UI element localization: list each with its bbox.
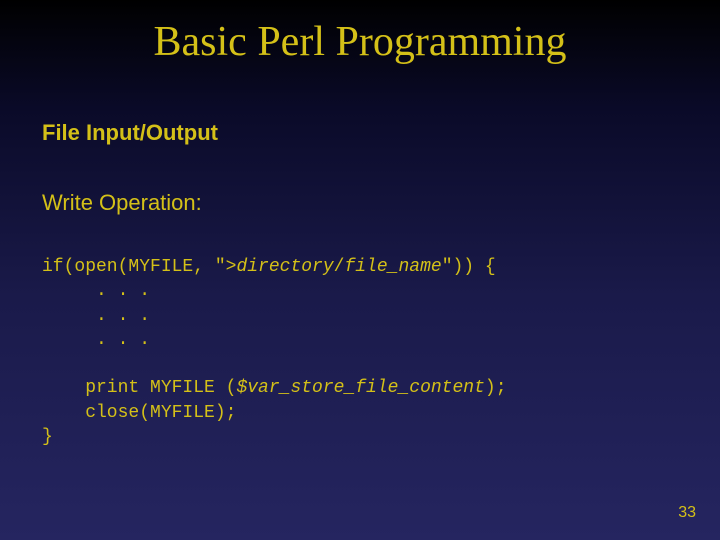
slide-title: Basic Perl Programming — [0, 18, 720, 66]
section-heading: File Input/Output — [42, 120, 218, 146]
subsection-heading: Write Operation: — [42, 190, 202, 216]
code-line-4: . . . — [42, 330, 150, 350]
code-italic-filename: file_name — [344, 257, 441, 277]
code-line-3: . . . — [42, 306, 150, 326]
code-line-1e: ")) { — [442, 257, 496, 277]
code-line-2: . . . — [42, 281, 150, 301]
code-line-6a: print MYFILE ( — [42, 378, 236, 398]
page-number: 33 — [678, 504, 696, 522]
code-line-1c: / — [334, 257, 345, 277]
code-line-1a: if(open(MYFILE, "> — [42, 257, 236, 277]
code-italic-directory: directory — [236, 257, 333, 277]
code-line-8: } — [42, 427, 53, 447]
code-line-6c: ); — [485, 378, 507, 398]
code-block: if(open(MYFILE, ">directory/file_name"))… — [42, 255, 507, 449]
code-line-7: close(MYFILE); — [42, 403, 236, 423]
code-italic-var: $var_store_file_content — [236, 378, 484, 398]
